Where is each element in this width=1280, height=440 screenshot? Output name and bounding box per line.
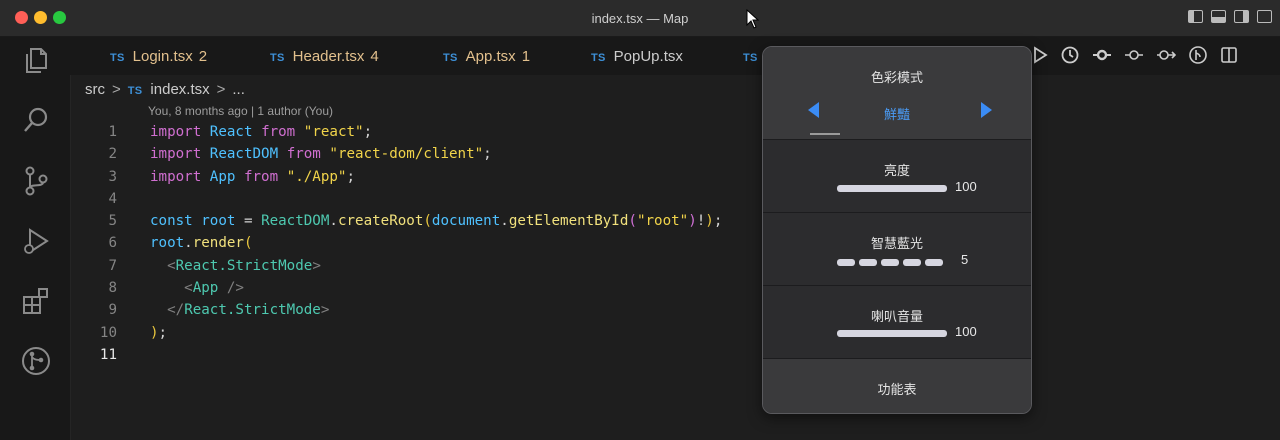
tab-login[interactable]: TS Login.tsx 2: [110, 48, 207, 65]
line-number: 3: [108, 168, 117, 185]
brightness-slider[interactable]: [837, 185, 947, 192]
speaker-volume-section[interactable]: 喇叭音量 100: [763, 286, 1031, 359]
line-number: 2: [108, 146, 117, 163]
breadcrumb-symbols[interactable]: ...: [232, 81, 245, 98]
line-number: 11: [99, 346, 117, 363]
tab-popup[interactable]: TS PopUp.tsx: [591, 48, 683, 65]
ts-file-icon: TS: [443, 52, 458, 64]
search-icon[interactable]: [20, 104, 52, 136]
selection-indicator: [810, 133, 840, 135]
run-icon[interactable]: [1032, 46, 1048, 64]
editor-toolbar: [1032, 45, 1238, 65]
tab-header[interactable]: TS Header.tsx 4: [270, 48, 379, 65]
volume-slider[interactable]: [837, 330, 947, 337]
brightness-section[interactable]: 亮度 100: [763, 140, 1031, 213]
source-control-icon[interactable]: [20, 165, 52, 197]
brightness-value: 100: [955, 179, 977, 194]
mouse-cursor-icon: [746, 9, 760, 29]
toggle-secondary-sidebar-icon[interactable]: [1234, 10, 1249, 23]
blue-light-value: 5: [961, 252, 969, 267]
breadcrumb-folder[interactable]: src: [85, 81, 105, 98]
menu-label[interactable]: 功能表: [763, 379, 1031, 398]
split-editor-icon[interactable]: [1220, 46, 1238, 64]
customize-layout-icon[interactable]: [1257, 10, 1272, 23]
blue-light-segment: [925, 259, 943, 266]
gitlens-icon[interactable]: [1188, 45, 1208, 65]
blue-light-segment: [881, 259, 899, 266]
window-title: index.tsx — Map: [591, 11, 689, 26]
monitor-osd-menu: 色彩模式 鮮豔 亮度 100 智慧藍光 5 喇叭音量 100 功能表: [762, 46, 1032, 414]
menu-section[interactable]: 功能表: [763, 359, 1031, 413]
activity-bar: [0, 37, 71, 440]
line-number: 4: [108, 190, 117, 207]
breadcrumb-file[interactable]: index.tsx: [150, 81, 209, 98]
extensions-icon[interactable]: [20, 285, 52, 317]
explorer-icon[interactable]: [20, 44, 52, 76]
color-mode-section: 色彩模式 鮮豔: [763, 47, 1031, 140]
tab-app[interactable]: TS App.tsx 1: [443, 48, 530, 65]
volume-value: 100: [955, 324, 977, 339]
line-number: 7: [108, 257, 117, 274]
run-debug-icon[interactable]: [20, 225, 52, 257]
toggle-panel-icon[interactable]: [1211, 10, 1226, 23]
git-commit-icon[interactable]: [1124, 45, 1144, 65]
ts-file-icon: TS: [110, 52, 125, 64]
blue-light-segment: [903, 259, 921, 266]
blue-light-title: 智慧藍光: [870, 236, 923, 251]
git-next-commit-icon[interactable]: [1156, 45, 1176, 65]
codelens-blame[interactable]: You, 8 months ago | 1 author (You): [148, 104, 333, 118]
blue-light-segment: [837, 259, 855, 266]
line-number: 10: [99, 324, 117, 341]
git-compare-icon[interactable]: [1092, 45, 1112, 65]
breadcrumb: src > TS index.tsx >...: [85, 81, 245, 98]
line-number: 1: [108, 124, 117, 140]
toggle-primary-sidebar-icon[interactable]: [1188, 10, 1203, 23]
arrow-right-icon[interactable]: [981, 102, 992, 118]
timeline-history-icon[interactable]: [1060, 45, 1080, 65]
line-number: 6: [108, 235, 117, 252]
window-titlebar: index.tsx — Map: [0, 0, 1280, 37]
line-number: 8: [108, 280, 117, 297]
ts-file-icon: TS: [591, 52, 606, 64]
speaker-volume-title: 喇叭音量: [870, 309, 923, 324]
ts-file-icon: TS: [743, 52, 758, 64]
color-mode-title: 色彩模式: [870, 70, 923, 85]
ts-file-icon: TS: [270, 52, 285, 64]
ts-file-icon: TS: [127, 85, 143, 97]
line-number: 5: [108, 213, 117, 230]
git-graph-icon[interactable]: [20, 345, 52, 377]
blue-light-segment: [859, 259, 877, 266]
line-number: 9: [108, 302, 117, 319]
blue-light-section[interactable]: 智慧藍光 5: [763, 213, 1031, 286]
brightness-title: 亮度: [883, 163, 910, 178]
